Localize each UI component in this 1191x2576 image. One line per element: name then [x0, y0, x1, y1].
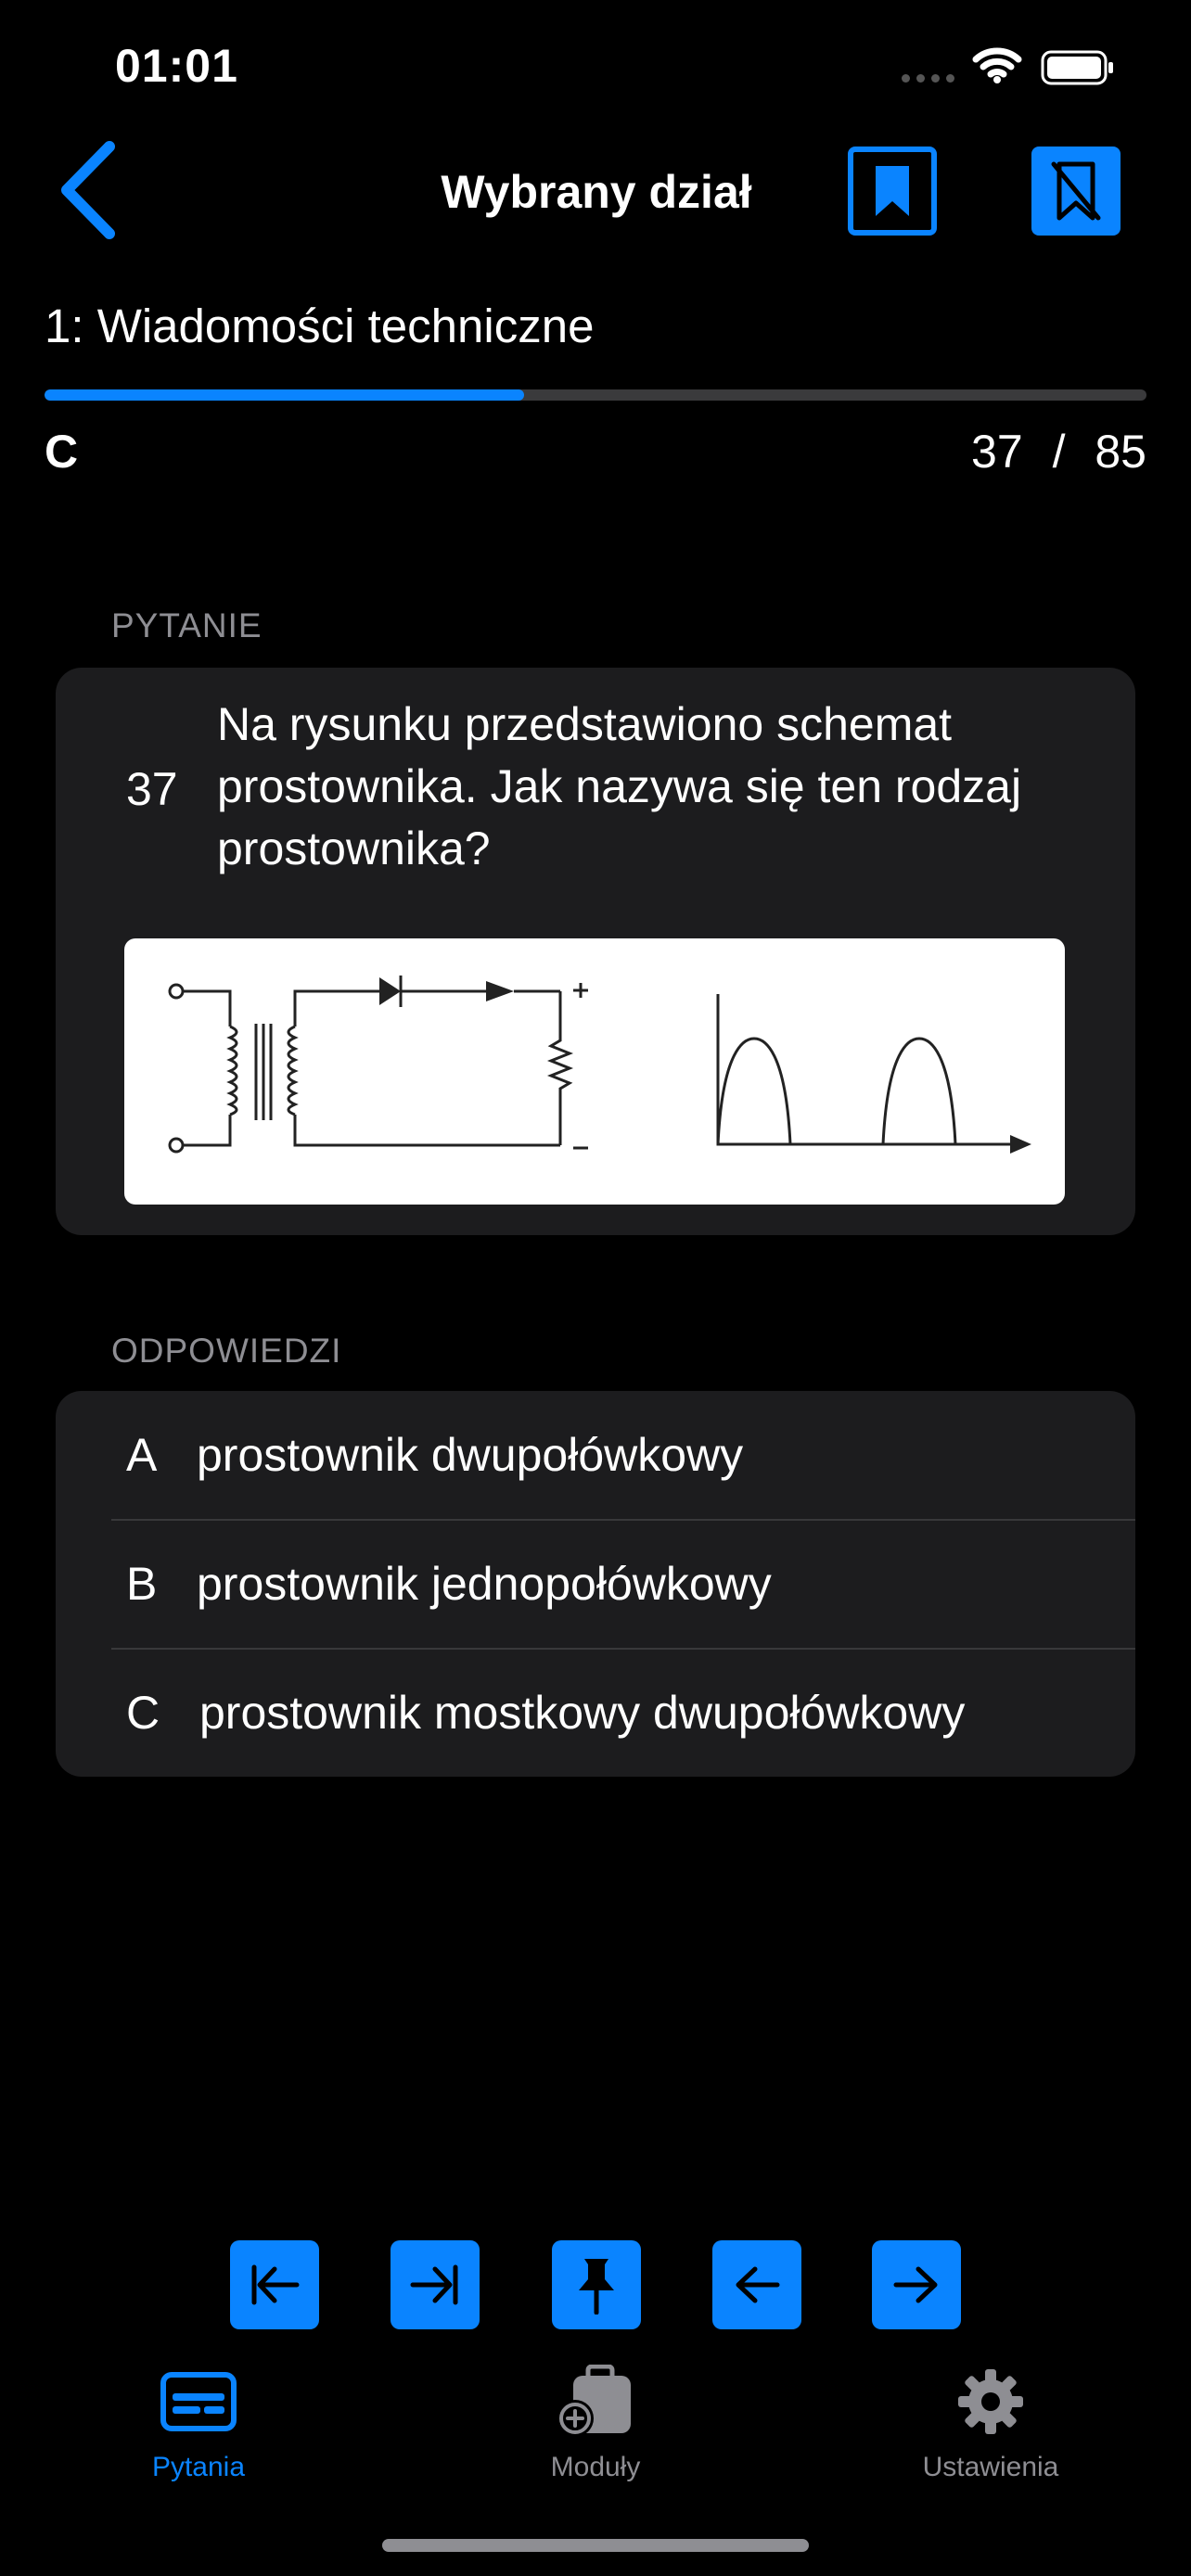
- answer-text: prostownik dwupołówkowy: [197, 1429, 744, 1481]
- question-text: Na rysunku przedstawiono schemat prostow…: [217, 698, 1022, 874]
- current-question-number: 37: [971, 426, 1023, 478]
- answer-text: prostownik jednopołówkowy: [197, 1558, 772, 1610]
- tab-pytania[interactable]: Pytania: [59, 2355, 338, 2483]
- signal-icon: [902, 74, 954, 83]
- counter-separator: /: [1052, 426, 1066, 478]
- question-counter: 37 / 85: [971, 425, 1146, 478]
- status-time: 01:01: [115, 40, 238, 92]
- gear-icon: [958, 2369, 1023, 2434]
- previous-arrow-icon: [736, 2266, 780, 2303]
- answer-option-b[interactable]: B prostownik jednopołówkowy: [56, 1520, 1135, 1648]
- answers-section-label: ODPOWIEDZI: [111, 1332, 342, 1370]
- progress-bar: [45, 389, 1146, 401]
- next-question-button[interactable]: [872, 2240, 961, 2329]
- progress-fill: [45, 389, 524, 401]
- answer-letter: C: [126, 1687, 160, 1739]
- page-title: Wybrany dział: [441, 166, 752, 218]
- question-card: 37 Na rysunku przedstawiono schemat pros…: [56, 668, 1135, 1235]
- answer-option-a[interactable]: A prostownik dwupołówkowy: [56, 1391, 1135, 1519]
- next-arrow-icon: [893, 2266, 938, 2303]
- remove-bookmark-button[interactable]: [1031, 147, 1121, 236]
- answer-option-c[interactable]: C prostownik mostkowy dwupołówkowy: [56, 1649, 1135, 1777]
- tab-label: Pytania: [151, 2452, 246, 2482]
- answer-letter: A: [126, 1429, 158, 1481]
- rectifier-diagram: [124, 938, 1065, 1205]
- section-title: 1: Wiadomości techniczne: [45, 300, 595, 352]
- tab-label: Ustawienia: [922, 2452, 1059, 2482]
- bookmark-icon: [876, 166, 909, 216]
- pin-button[interactable]: [552, 2240, 641, 2329]
- last-icon: [410, 2264, 458, 2305]
- first-icon: [251, 2264, 300, 2305]
- bookmark-slash-icon: [1051, 161, 1101, 221]
- question-number: 37: [126, 763, 178, 815]
- answers-list: A prostownik dwupołówkowy B prostownik j…: [56, 1391, 1135, 1777]
- question-section-label: PYTANIE: [111, 606, 263, 644]
- tab-ustawienia[interactable]: Ustawienia: [852, 2355, 1130, 2483]
- last-question-button[interactable]: [391, 2240, 480, 2329]
- tab-moduly[interactable]: Moduły: [456, 2355, 735, 2483]
- bookmark-button[interactable]: [848, 147, 937, 236]
- answer-text: prostownik mostkowy dwupołówkowy: [199, 1687, 966, 1739]
- modules-bag-icon: [557, 2365, 631, 2437]
- tab-label: Moduły: [550, 2452, 641, 2482]
- answer-letter: B: [126, 1558, 158, 1610]
- total-questions: 85: [1095, 426, 1146, 478]
- home-indicator: [382, 2539, 809, 2552]
- battery-icon: [1041, 50, 1115, 90]
- correct-answer-letter: C: [45, 426, 79, 478]
- pin-icon: [579, 2259, 614, 2315]
- questions-card-icon: [160, 2372, 237, 2431]
- previous-question-button[interactable]: [712, 2240, 801, 2329]
- first-question-button[interactable]: [230, 2240, 319, 2329]
- wifi-icon: [972, 46, 1022, 88]
